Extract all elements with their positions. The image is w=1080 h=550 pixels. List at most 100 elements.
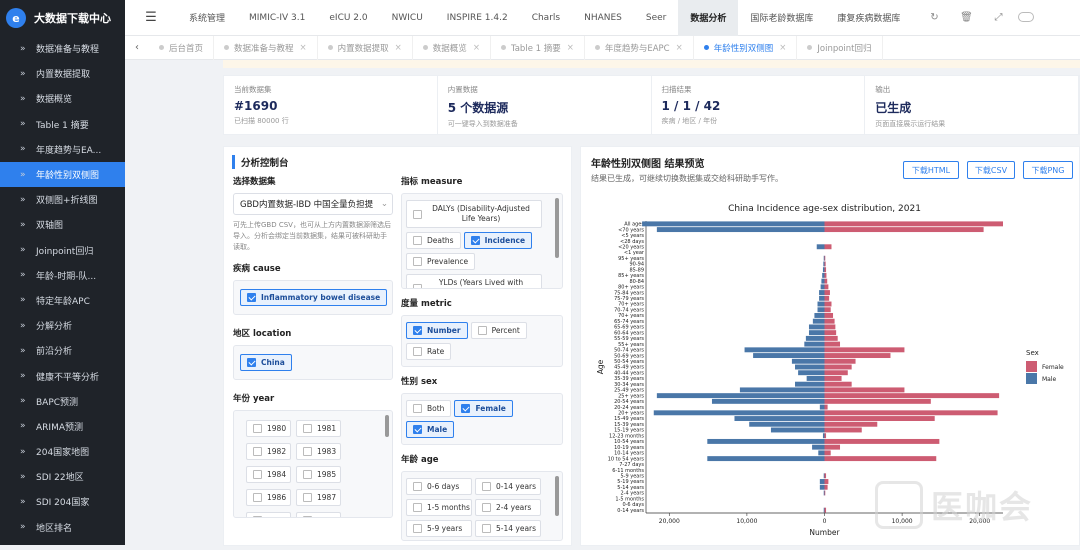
tab-scroll-left-icon[interactable]: ‹ <box>125 42 149 53</box>
sidebar-item[interactable]: » Table 1 摘要 <box>0 112 125 137</box>
nav-item[interactable]: INSPIRE 1.4.2 <box>435 0 520 36</box>
metric-label: 度量 metric <box>401 299 452 309</box>
download-html-button[interactable]: 下载HTML <box>903 161 959 179</box>
sidebar-item[interactable]: » 双侧图+折线图 <box>0 187 125 212</box>
nav-item[interactable]: Charls <box>520 0 572 36</box>
close-icon[interactable]: × <box>473 43 480 53</box>
download-csv-button[interactable]: 下载CSV <box>967 161 1015 179</box>
tab[interactable]: 年度趋势与EAPC × <box>585 35 694 60</box>
measure-chip[interactable]: DALYs (Disability-Adjusted Life Years) <box>406 200 542 228</box>
sidebar-item[interactable]: » 地区排名 <box>0 515 125 540</box>
tab[interactable]: Table 1 摘要 × <box>491 35 585 60</box>
nav-item[interactable]: eICU 2.0 <box>317 0 379 36</box>
male-bar <box>819 295 825 301</box>
download-png-button[interactable]: 下载PNG <box>1023 161 1073 179</box>
chevron-right-icon: » <box>20 270 26 281</box>
sidebar-item-label: 健康不平等分析 <box>36 372 100 383</box>
trash-icon[interactable]: 🗑 <box>950 12 982 23</box>
metric-chip[interactable]: Number <box>406 322 468 339</box>
metric-box: Number Percent Rate <box>401 315 563 367</box>
sidebar-item[interactable]: » 数据准备与教程 <box>0 36 125 61</box>
close-icon[interactable]: × <box>395 43 402 53</box>
sidebar-item[interactable]: » Joinpoint回归 <box>0 238 125 263</box>
year-chip[interactable]: 1983 <box>296 443 341 460</box>
nav-item[interactable]: Seer <box>634 0 679 36</box>
nav-item[interactable]: NHANES <box>572 0 634 36</box>
sidebar-item[interactable]: » 前沿分析 <box>0 338 125 363</box>
theme-toggle[interactable] <box>1018 12 1035 22</box>
year-chip[interactable]: 1986 <box>246 489 291 506</box>
nav-item[interactable]: 康复疾病数据库 <box>825 0 912 36</box>
sidebar-item[interactable]: » 双轴图 <box>0 212 125 237</box>
year-chip[interactable]: 1988 <box>246 512 291 517</box>
nav-item[interactable]: NWICU <box>380 0 435 36</box>
app-logo[interactable]: e 大数据下载中心 <box>0 0 125 36</box>
dataset-value: GBD内置数据-IBD 中国全量负担提 <box>240 200 374 210</box>
measure-scrollbar[interactable] <box>555 198 559 258</box>
location-chip[interactable]: China <box>240 354 292 371</box>
tab[interactable]: 数据准备与教程 × <box>214 35 318 60</box>
nav-item[interactable]: 国际老龄数据库 <box>738 0 825 36</box>
year-chip[interactable]: 1981 <box>296 420 341 437</box>
age-chip[interactable]: 0-6 days <box>406 478 472 495</box>
age-chip[interactable]: 5-9 years <box>406 520 472 537</box>
close-icon[interactable]: × <box>779 43 786 53</box>
measure-chip[interactable]: YLDs (Years Lived with Disability) <box>406 274 542 288</box>
year-chip[interactable]: 1985 <box>296 466 341 483</box>
sex-chip[interactable]: Both <box>406 400 452 417</box>
cause-chip[interactable]: Inflammatory bowel disease <box>240 289 388 306</box>
sex-chip[interactable]: Male <box>406 421 455 438</box>
sidebar-item[interactable]: » 年龄性别双侧图 <box>0 161 125 188</box>
metric-chip[interactable]: Rate <box>406 343 452 360</box>
sidebar-item[interactable]: » 204国家地图 <box>0 439 125 464</box>
tab[interactable]: 后台首页 <box>149 35 215 60</box>
male-bar <box>804 341 825 347</box>
sex-chip[interactable]: Female <box>454 400 513 417</box>
year-scrollbar[interactable] <box>385 415 389 437</box>
sidebar-item[interactable]: » 数据概览 <box>0 86 125 111</box>
sidebar-item[interactable]: » SDI 22地区 <box>0 464 125 489</box>
year-chip[interactable]: 1987 <box>296 489 341 506</box>
y-axis-label: Age <box>596 359 605 374</box>
measure-chip[interactable]: Deaths <box>406 232 461 249</box>
tab[interactable]: 年龄性别双侧图 × <box>694 35 798 60</box>
chevron-right-icon: » <box>20 43 26 54</box>
sidebar-item[interactable]: » 健康不平等分析 <box>0 363 125 388</box>
sidebar-item[interactable]: » 特定年龄APC <box>0 288 125 313</box>
close-icon[interactable]: × <box>567 43 574 53</box>
age-chip[interactable]: 2-4 years <box>475 499 541 516</box>
fullscreen-icon[interactable]: ⤢ <box>982 12 1014 23</box>
year-chip[interactable]: 1982 <box>246 443 291 460</box>
nav-item[interactable]: 系统管理 <box>177 0 237 36</box>
age-scrollbar[interactable] <box>555 476 559 516</box>
sidebar-item[interactable]: » 年度趋势与EA... <box>0 137 125 162</box>
metric-chip[interactable]: Percent <box>470 322 527 339</box>
checkbox-icon <box>413 524 422 533</box>
sidebar-item[interactable]: » 分解分析 <box>0 313 125 338</box>
age-chip[interactable]: 0-14 years <box>475 478 541 495</box>
close-icon[interactable]: × <box>676 43 683 53</box>
tab[interactable]: 数据概览 × <box>413 35 491 60</box>
sidebar-item[interactable]: » SDI 204国家 <box>0 489 125 514</box>
tab-label: 内置数据提取 <box>337 43 389 54</box>
measure-chip[interactable]: Incidence <box>463 232 533 249</box>
tab[interactable]: Joinpoint回归 <box>797 35 883 60</box>
close-icon[interactable]: × <box>300 43 307 53</box>
year-chip[interactable]: 1989 <box>296 512 341 517</box>
dataset-select[interactable]: GBD内置数据-IBD 中国全量负担提 ⌄ <box>233 193 393 215</box>
measure-chip[interactable]: Prevalence <box>406 253 476 270</box>
age-chip[interactable]: 5-14 years <box>475 520 541 537</box>
sidebar-item[interactable]: » ARIMA预测 <box>0 414 125 439</box>
nav-item[interactable]: MIMIC-IV 3.1 <box>237 0 317 36</box>
sidebar-item[interactable]: » 年龄-时期-队... <box>0 263 125 288</box>
year-chip[interactable]: 1980 <box>246 420 291 437</box>
year-chip[interactable]: 1984 <box>246 466 291 483</box>
age-chip[interactable]: 1-5 months <box>406 499 472 516</box>
sidebar-item[interactable]: » 内置数据提取 <box>0 61 125 86</box>
menu-toggle-icon[interactable]: ☰ <box>125 10 177 25</box>
checkbox-icon <box>303 447 312 456</box>
tab[interactable]: 内置数据提取 × <box>318 35 413 60</box>
refresh-icon[interactable]: ↻ <box>918 12 950 23</box>
nav-item[interactable]: 数据分析 <box>678 0 739 36</box>
sidebar-item[interactable]: » BAPC预测 <box>0 389 125 414</box>
